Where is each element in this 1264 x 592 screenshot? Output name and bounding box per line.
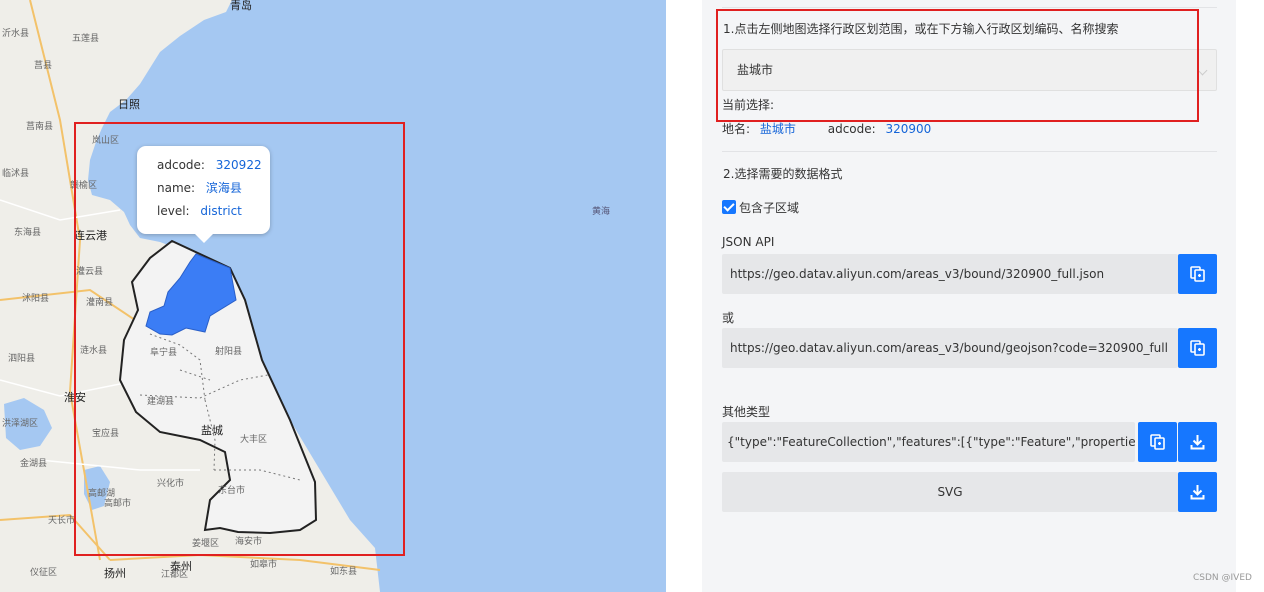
feature-json-field[interactable]: {"type":"FeatureCollection","features":[…	[722, 422, 1135, 462]
adcode-value: 320900	[885, 122, 932, 136]
map-place-label: 莒南县	[26, 122, 54, 132]
map-place-label: 东海县	[14, 228, 42, 238]
place-value-link[interactable]: 盐城市	[760, 122, 796, 136]
map-place-label: 江都区	[161, 570, 189, 580]
tooltip-level-label: level:	[157, 204, 190, 218]
map-place-label: 临沭县	[2, 169, 30, 179]
map-place-label: 沭阳县	[22, 294, 50, 304]
map-place-label: 仪征区	[30, 568, 58, 578]
download-icon	[1190, 485, 1205, 500]
map-place-label: 金湖县	[20, 459, 48, 469]
map-place-label: 日照	[118, 98, 140, 111]
place-label: 地名:	[722, 122, 751, 136]
layout-gutter	[666, 0, 702, 592]
geojson-url-field[interactable]: https://geo.datav.aliyun.com/areas_v3/bo…	[722, 328, 1178, 368]
layout-right-margin	[1236, 0, 1264, 592]
copy-icon	[1150, 434, 1165, 450]
chevron-down-icon[interactable]	[1197, 65, 1208, 76]
top-divider	[722, 7, 1217, 8]
download-svg-button[interactable]	[1178, 472, 1217, 512]
include-children-label[interactable]: 包含子区域	[739, 199, 799, 216]
copy-feature-json-button[interactable]	[1138, 422, 1177, 462]
map-place-label: 泗阳县	[8, 354, 36, 364]
other-types-label: 其他类型	[722, 405, 771, 419]
map-place-label: 沂水县	[2, 29, 30, 39]
tooltip-name-label: name:	[157, 181, 196, 195]
panel-selection-highlight	[716, 9, 1199, 122]
adcode-label: adcode:	[827, 122, 876, 136]
json-api-label: JSON API	[722, 235, 775, 249]
map-place-label: 五莲县	[72, 34, 100, 44]
download-feature-json-button[interactable]	[1178, 422, 1217, 462]
tooltip-level-row: level: district	[157, 203, 270, 226]
copy-json-api-button[interactable]	[1178, 254, 1217, 294]
region-tooltip: adcode: 320922 name: 滨海县 level: district	[137, 146, 270, 243]
download-icon	[1190, 435, 1205, 450]
tooltip-name-value: 滨海县	[205, 181, 242, 195]
map-place-label: 如皋市	[250, 560, 278, 570]
include-children-checkbox[interactable]	[722, 200, 736, 214]
map-view[interactable]: 沂水县 五莲县 莒县 日照 莒南县 岚山区 临沭县 赣榆区 东海县 连云港 灌云县 沭阳县 灌南县 泗阳县…	[0, 0, 666, 592]
map-place-label: 洪泽湖区	[2, 419, 39, 429]
svg-format-field: SVG	[722, 472, 1178, 512]
tooltip-name-row: name: 滨海县	[157, 180, 270, 203]
copy-icon	[1190, 266, 1205, 282]
current-selection-info: 地名: 盐城市 adcode: 320900	[722, 120, 931, 137]
section-divider	[722, 151, 1217, 152]
tooltip-level-value: district	[200, 204, 242, 218]
copy-geojson-button[interactable]	[1178, 328, 1217, 368]
tooltip-adcode-row: adcode: 320922	[157, 157, 270, 180]
map-place-label: 青岛	[230, 0, 252, 12]
tooltip-adcode-label: adcode:	[157, 158, 205, 172]
json-api-url-field[interactable]: https://geo.datav.aliyun.com/areas_v3/bo…	[722, 254, 1178, 294]
map-place-label: 如东县	[330, 567, 358, 577]
map-place-label: 莒县	[34, 61, 53, 71]
step2-instruction: 2.选择需要的数据格式	[723, 167, 843, 181]
tooltip-adcode-value: 320922	[215, 158, 262, 172]
or-label: 或	[722, 311, 735, 325]
map-place-label: 扬州	[104, 567, 126, 580]
watermark: CSDN @IVED	[1193, 573, 1252, 583]
map-place-label: 天长市	[48, 516, 76, 526]
copy-icon	[1190, 340, 1205, 356]
map-place-label: 黄海	[592, 207, 611, 217]
